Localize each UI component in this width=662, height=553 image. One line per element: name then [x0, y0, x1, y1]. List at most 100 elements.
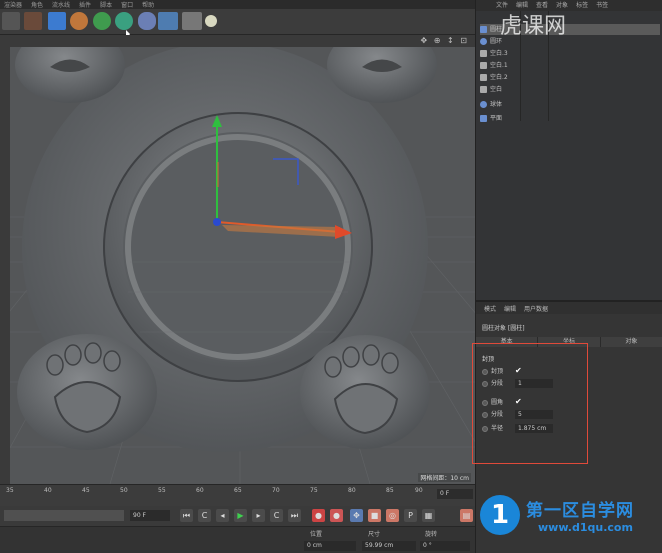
watermark-top: 虎课网 — [500, 14, 567, 39]
om-menu-tag[interactable]: 标签 — [576, 0, 588, 11]
object-name: 球体 — [490, 101, 503, 108]
null-icon — [480, 86, 487, 93]
plane-icon — [480, 115, 487, 122]
object-name: 空白.2 — [490, 74, 508, 81]
rotation-h-field[interactable]: 0 ° — [420, 541, 470, 551]
render-region-icon[interactable] — [24, 12, 42, 30]
capsule-icon[interactable] — [138, 12, 156, 30]
am-menu-mode[interactable]: 模式 — [484, 304, 496, 313]
param-key-icon[interactable]: P — [404, 509, 417, 522]
go-end-icon[interactable]: ⏭ — [288, 509, 301, 522]
tick-label: 75 — [310, 487, 318, 494]
viewport-header: ✥ ⊕ ↕ ⊡ — [0, 35, 475, 47]
light-icon[interactable] — [205, 15, 217, 27]
timeline-slider[interactable] — [4, 510, 124, 521]
gear-green-icon[interactable] — [93, 12, 111, 30]
object-name: 空白 — [490, 86, 503, 93]
object-manager: 文件 编辑 查看 对象 标签 书签 圆柱 圆环 空白.3 空白.1 空白.2 空… — [475, 0, 662, 300]
object-row-null[interactable]: 空白 — [480, 84, 660, 95]
tick-label: 50 — [120, 487, 128, 494]
attribute-title: 圆柱对象 [圆柱] — [482, 325, 525, 332]
prev-key-icon[interactable]: C — [198, 509, 211, 522]
null-icon — [480, 50, 487, 57]
menu-item-character[interactable]: 角色 — [31, 0, 43, 9]
z-axis-handle — [213, 218, 221, 226]
menu-item-renderer[interactable]: 渲染器 — [4, 0, 22, 9]
object-row-sphere[interactable]: 球体 — [480, 99, 660, 110]
tick-label: 55 — [158, 487, 166, 494]
prev-frame-icon[interactable]: ◂ — [216, 509, 229, 522]
object-row-plane[interactable]: 平面 — [480, 113, 660, 124]
grid-icon[interactable] — [158, 12, 178, 30]
tick-label: 70 — [272, 487, 280, 494]
tick-label: 40 — [44, 487, 52, 494]
bottom-right-paw — [300, 335, 430, 449]
menu-item-script[interactable]: 脚本 — [100, 0, 112, 9]
watermark-bottom: 1 第一区自学网 www.d1qu.com — [478, 493, 662, 545]
gear-teal-icon[interactable] — [115, 12, 133, 30]
menu-item-plugins[interactable]: 插件 — [79, 0, 91, 9]
transport-bar: 90 F ⏮ C ◂ ▶ ▸ C ⏭ ● ● ✥ ■ ◎ P ▦ ▤ — [0, 506, 475, 526]
object-row-null-1[interactable]: 空白.1 — [480, 60, 660, 71]
menu-item-pipeline[interactable]: 流水线 — [52, 0, 70, 9]
autokey-icon[interactable]: ● — [330, 509, 343, 522]
scale-key-icon[interactable]: ■ — [368, 509, 381, 522]
rotate-key-icon[interactable]: ◎ — [386, 509, 399, 522]
position-x-field[interactable]: 0 cm — [304, 541, 356, 551]
pen-icon[interactable] — [70, 12, 88, 30]
tick-label: 80 — [348, 487, 356, 494]
go-start-icon[interactable]: ⏮ — [180, 509, 193, 522]
next-key-icon[interactable]: C — [270, 509, 283, 522]
3d-viewport[interactable]: 网格间距：10 cm — [10, 47, 475, 484]
watermark-logo: 1 — [480, 495, 520, 535]
object-row-null-2[interactable]: 空白.2 — [480, 72, 660, 83]
om-menu-bookmark[interactable]: 书签 — [596, 0, 608, 11]
object-name: 空白.3 — [490, 50, 508, 57]
bottom-left-paw — [17, 334, 157, 450]
move-key-icon[interactable]: ✥ — [350, 509, 363, 522]
tick-label: 65 — [234, 487, 242, 494]
next-frame-icon[interactable]: ▸ — [252, 509, 265, 522]
dopesheet-icon[interactable]: ▤ — [460, 509, 473, 522]
tab-object[interactable]: 对象 — [601, 337, 662, 347]
tick-label: 35 — [6, 487, 14, 494]
play-icon[interactable]: ▶ — [234, 509, 247, 522]
timeline-ticks: 35 40 45 50 55 60 65 70 75 80 85 90 — [0, 487, 475, 497]
am-menu-edit[interactable]: 编辑 — [504, 304, 516, 313]
menu-item-window[interactable]: 窗口 — [121, 0, 133, 9]
position-header: 位置 — [310, 531, 323, 538]
record-icon[interactable]: ● — [312, 509, 325, 522]
null-icon — [480, 74, 487, 81]
cube-icon[interactable] — [48, 12, 66, 30]
size-x-field[interactable]: 59.99 cm — [362, 541, 416, 551]
watermark-url: www.d1qu.com — [538, 521, 633, 534]
object-name: 空白.1 — [490, 62, 508, 69]
tick-label: 90 — [415, 487, 423, 494]
tick-label: 45 — [82, 487, 90, 494]
menu-bar: 渲染器 角色 流水线 插件 脚本 窗口 帮助 — [0, 0, 475, 9]
coordinates-manager: 位置 尺寸 旋转 0 cm 59.99 cm 0 ° — [0, 526, 475, 553]
menu-item-help[interactable]: 帮助 — [142, 0, 154, 9]
torus-icon — [480, 38, 487, 45]
attribute-manager-menu: 模式 编辑 用户数据 — [476, 302, 662, 314]
pla-key-icon[interactable]: ▦ — [422, 509, 435, 522]
watermark-name: 第一区自学网 — [526, 501, 634, 521]
am-menu-userdata[interactable]: 用户数据 — [524, 304, 548, 313]
camera-icon[interactable] — [182, 12, 202, 30]
main-toolbar — [0, 9, 475, 35]
object-name: 平面 — [490, 115, 503, 122]
tick-label: 85 — [386, 487, 394, 494]
viewport-nav-icons[interactable]: ✥ ⊕ ↕ ⊡ — [421, 36, 469, 45]
timeline-ruler[interactable]: 35 40 45 50 55 60 65 70 75 80 85 90 0 F — [0, 484, 475, 506]
viewport-left-strip — [0, 47, 10, 484]
rotation-header: 旋转 — [425, 531, 438, 538]
object-row-null-3[interactable]: 空白.3 — [480, 48, 660, 59]
timeline-record-icon[interactable] — [2, 12, 20, 30]
cylinder-icon — [480, 26, 487, 33]
end-frame-field[interactable]: 90 F — [130, 510, 170, 521]
viewport-scene — [10, 47, 475, 484]
torus-ring-inner — [123, 132, 353, 362]
highlight-box — [472, 343, 588, 464]
null-icon — [480, 62, 487, 69]
current-frame-field[interactable]: 0 F — [437, 489, 473, 499]
